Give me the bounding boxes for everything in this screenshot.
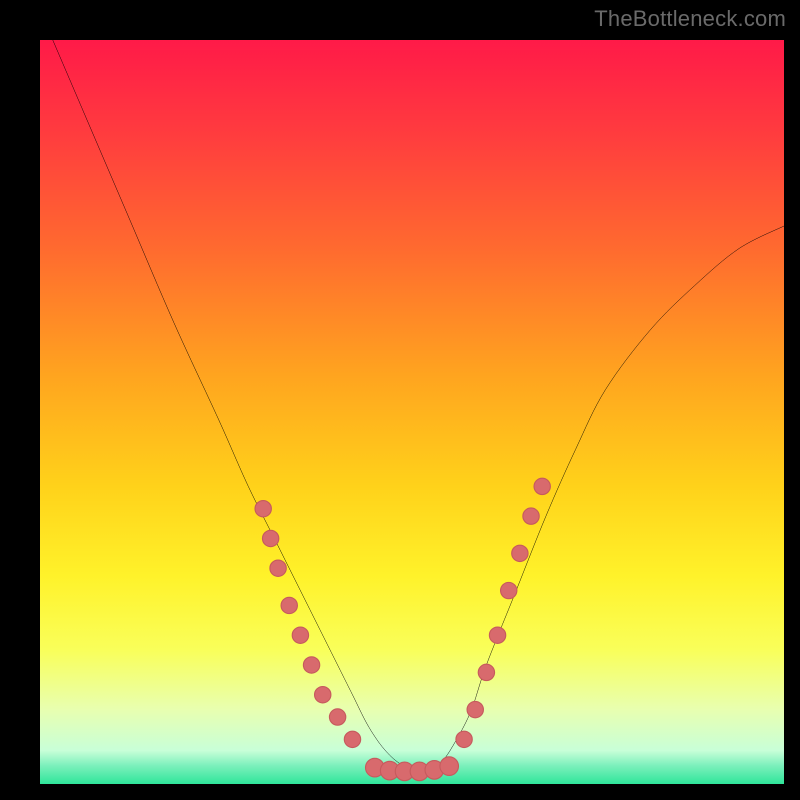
bottleneck-curve (40, 40, 784, 770)
curve-marker (534, 478, 550, 494)
curve-marker (467, 701, 483, 717)
plot-area (40, 40, 784, 784)
curve-marker (329, 709, 345, 725)
chart-frame: TheBottleneck.com (0, 0, 800, 800)
curve-marker (512, 545, 528, 561)
curve-marker (440, 757, 459, 776)
curve-marker (270, 560, 286, 576)
curve-marker (315, 687, 331, 703)
curve-marker (523, 508, 539, 524)
curve-markers (255, 478, 550, 780)
curve-marker (255, 501, 271, 517)
curve-marker (456, 731, 472, 747)
curve-marker (262, 530, 278, 546)
curve-marker (292, 627, 308, 643)
curve-layer (40, 40, 784, 784)
curve-marker (281, 597, 297, 613)
watermark-text: TheBottleneck.com (594, 6, 786, 32)
curve-marker (303, 657, 319, 673)
curve-marker (489, 627, 505, 643)
curve-marker (501, 582, 517, 598)
curve-marker (478, 664, 494, 680)
curve-marker (344, 731, 360, 747)
